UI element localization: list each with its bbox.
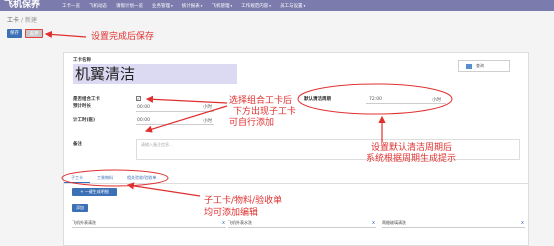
stat-button[interactable]: 查询	[458, 60, 510, 72]
generate-details-button[interactable]: + 一键生成明细	[72, 188, 117, 196]
nav-item-aircraft-mgmt[interactable]: 飞机管理▾	[212, 3, 233, 9]
combo-label: 是否组合工卡	[73, 97, 100, 102]
default-cycle-input[interactable]: 72:00	[369, 97, 382, 102]
annotation-combo-line2: 下方出现子工卡	[233, 107, 297, 117]
sub-card-label: 飞机外表水洗	[228, 220, 252, 225]
discard-button[interactable]: 丢弃	[25, 29, 43, 38]
prep-time-input[interactable]: 00:00	[137, 105, 150, 110]
nav-item-work-specs[interactable]: 工作规范内容▾	[241, 3, 271, 9]
name-input[interactable]: 机翼清洁	[73, 64, 237, 84]
prep-time-label: 预计时长	[73, 104, 91, 109]
annotation-combo-line3: 可自行添加	[229, 118, 275, 128]
annotation-cycle-line1: 设置默认清洁周期后	[371, 143, 453, 153]
default-cycle-unit: 小时	[432, 98, 441, 103]
nav-item-leave-plans[interactable]: 请假计划一览	[116, 3, 143, 9]
close-icon[interactable]: x	[222, 218, 225, 228]
nav-item-staff-settings[interactable]: 员工与设置▾	[280, 3, 305, 9]
save-button[interactable]: 保存	[7, 29, 22, 38]
chevron-down-icon: ▾	[230, 3, 233, 8]
breadcrumb-current: 新建	[25, 17, 38, 24]
nav-item-business[interactable]: 业务管理▾	[152, 3, 173, 9]
generate-details-label: 一键生成明细	[84, 189, 109, 194]
chevron-down-icon: ▾	[303, 3, 306, 8]
name-label: 工卡名称	[73, 58, 91, 63]
nav-item-label: 请假计划一览	[116, 3, 143, 9]
stat-button-label: 查询	[476, 63, 484, 68]
remark-label: 备注	[73, 142, 82, 147]
actual-time-input[interactable]: 00:00	[137, 118, 150, 123]
nav-item-label: 工作规范内容	[241, 3, 269, 9]
annotation-save: 设置完成后保存	[91, 32, 155, 42]
nav-item-label: 员工与设置	[280, 3, 303, 9]
nav-item-label: 统计报表	[181, 3, 200, 9]
notebook-tabs: 子工卡 工装物料 相关验收/验收单	[64, 172, 163, 183]
annotation-sub-line2: 均可添加编辑	[204, 208, 259, 218]
breadcrumb: 工卡 / 新建	[7, 15, 37, 24]
sub-card-label: 飞机外表清洗	[72, 220, 96, 225]
tab-tooling-materials[interactable]: 工装物料	[90, 172, 120, 183]
nav-item-label: 飞机动态	[89, 3, 107, 9]
actual-time-underline	[136, 124, 214, 125]
prep-time-unit: 小时	[203, 105, 212, 110]
combo-checkbox[interactable]: ✓	[136, 96, 141, 101]
chevron-down-icon: ▾	[269, 3, 272, 8]
nav-item-aircraft-status[interactable]: 飞机动态	[89, 3, 107, 9]
tab-acceptance[interactable]: 相关验收/验收单	[120, 172, 163, 183]
arrow-save	[44, 30, 87, 39]
breadcrumb-parent[interactable]: 工卡	[7, 17, 19, 24]
tabs-divider	[64, 183, 528, 184]
nav-item-label: 飞机管理	[211, 3, 230, 9]
remark-textarea[interactable]: 请输入备注信息...	[136, 139, 520, 160]
actual-time-unit: 小时	[203, 119, 212, 124]
sub-card-item[interactable]: 飞机外表清洗 x	[72, 218, 226, 228]
annotation-sub-line1: 子工卡/物料/验收单	[204, 196, 283, 206]
add-button[interactable]: 添加	[72, 204, 88, 212]
actual-time-label: 计工时(医)	[73, 118, 96, 123]
list-icon	[466, 63, 472, 69]
nav-item-label: 业务管理	[152, 3, 170, 9]
close-icon[interactable]: x	[521, 218, 524, 228]
sub-card-item[interactable]: 飞机外表水洗 x	[228, 218, 376, 228]
nav-item-reports[interactable]: 统计报表▾	[182, 3, 203, 9]
sub-card-label: 两舱玻璃清洗	[382, 220, 406, 225]
chevron-down-icon: ▾	[171, 3, 173, 8]
annotation-cycle-line2: 系统根据周期生成提示	[366, 154, 457, 164]
nav-item-label: 工卡一览	[62, 3, 80, 9]
tab-sub-cards[interactable]: 子工卡	[64, 172, 90, 183]
chevron-down-icon: ▾	[200, 3, 203, 8]
default-cycle-label: 默认清洁周期	[304, 97, 331, 102]
breadcrumb-separator: /	[21, 17, 24, 24]
prep-time-underline	[136, 111, 214, 112]
default-cycle-underline	[366, 103, 446, 104]
top-navbar: 飞机保养 工卡一览 飞机动态 请假计划一览 业务管理▾ 统计报表▾ 飞机管理▾ …	[0, 0, 554, 11]
close-icon[interactable]: x	[372, 218, 375, 228]
nav-item-workcards[interactable]: 工卡一览	[62, 3, 80, 9]
sub-card-item[interactable]: 两舱玻璃清洗 x	[382, 218, 525, 228]
app-brand[interactable]: 飞机保养	[0, 0, 62, 11]
annotation-combo-line1: 选择组合工卡后	[229, 96, 293, 106]
